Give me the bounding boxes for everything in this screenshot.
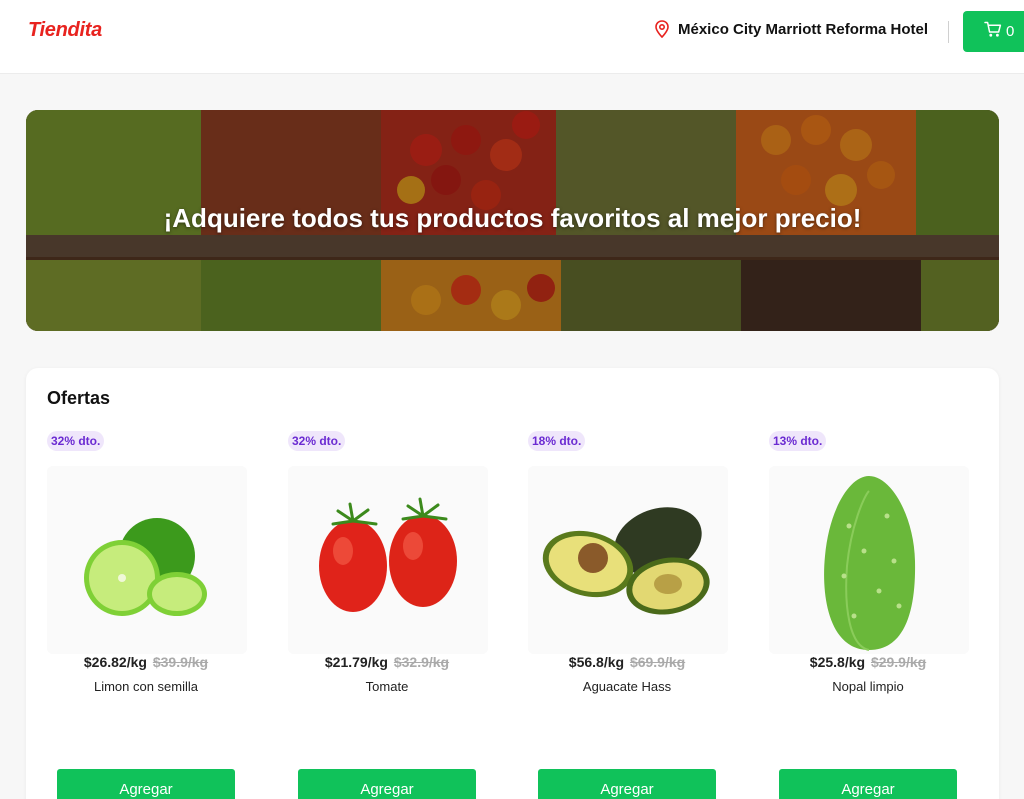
product-image[interactable] <box>769 466 969 654</box>
original-price: $32.9/kg <box>393 654 450 670</box>
current-price: $56.8/kg <box>568 654 625 670</box>
product-name[interactable]: Aguacate Hass <box>507 679 747 694</box>
original-price: $39.9/kg <box>152 654 209 670</box>
original-price: $29.9/kg <box>870 654 927 670</box>
current-price: $25.8/kg <box>809 654 866 670</box>
discount-badge: 18% dto. <box>528 431 586 451</box>
logo[interactable]: Tiendita <box>28 19 102 42</box>
discount-badge: 13% dto. <box>769 431 827 451</box>
cart-count: 0 <box>1006 23 1015 40</box>
price-row: $26.82/kg $39.9/kg <box>26 654 266 670</box>
offers-title: Ofertas <box>47 388 111 408</box>
current-price: $21.79/kg <box>324 654 388 670</box>
discount-badge: 32% dto. <box>288 431 346 451</box>
product-card: 32% dto. $26.82/kg $39.9/kg Limon con se… <box>26 428 266 799</box>
offers-section: Ofertas 32% dto. $26.82/kg $39.9/kg Limo… <box>26 368 999 799</box>
product-name[interactable]: Limon con semilla <box>26 679 266 694</box>
product-card: 18% dto. $56.8/kg $69.9/kg Aguacate Hass… <box>507 428 747 799</box>
delivery-location[interactable]: México City Marriott Reforma Hotel <box>654 20 929 39</box>
price-row: $21.79/kg $32.9/kg <box>267 654 507 670</box>
product-image[interactable] <box>528 466 728 654</box>
original-price: $69.9/kg <box>629 654 686 670</box>
avocado-image <box>528 466 728 654</box>
nopal-image <box>769 466 969 654</box>
price-row: $56.8/kg $69.9/kg <box>507 654 747 670</box>
header-divider <box>948 21 949 43</box>
lime-image <box>47 466 247 654</box>
product-image[interactable] <box>47 466 247 654</box>
product-image[interactable] <box>288 466 488 654</box>
discount-badge: 32% dto. <box>47 431 105 451</box>
price-row: $25.8/kg $29.9/kg <box>748 654 988 670</box>
product-card: 32% dto. $21.79/kg $32.9/kg Tomate Agreg… <box>267 428 507 799</box>
shopping-cart-icon <box>984 21 1002 43</box>
location-label: México City Marriott Reforma Hotel <box>678 20 929 38</box>
cart-button[interactable]: 0 <box>963 11 1024 52</box>
product-name[interactable]: Tomate <box>267 679 507 694</box>
tomato-image <box>288 466 488 654</box>
add-to-cart-button[interactable]: Agregar <box>57 769 235 799</box>
add-to-cart-button[interactable]: Agregar <box>779 769 957 799</box>
top-header: Tiendita México City Marriott Reforma Ho… <box>0 0 1024 74</box>
add-to-cart-button[interactable]: Agregar <box>298 769 476 799</box>
promo-banner: ¡Adquiere todos tus productos favoritos … <box>26 110 999 331</box>
map-pin-icon <box>654 20 670 39</box>
product-name[interactable]: Nopal limpio <box>748 679 988 694</box>
current-price: $26.82/kg <box>83 654 147 670</box>
add-to-cart-button[interactable]: Agregar <box>538 769 716 799</box>
product-card: 13% dto. $25.8/kg $29.9/kg Nopal limpio … <box>748 428 988 799</box>
banner-headline: ¡Adquiere todos tus productos favoritos … <box>163 203 862 233</box>
